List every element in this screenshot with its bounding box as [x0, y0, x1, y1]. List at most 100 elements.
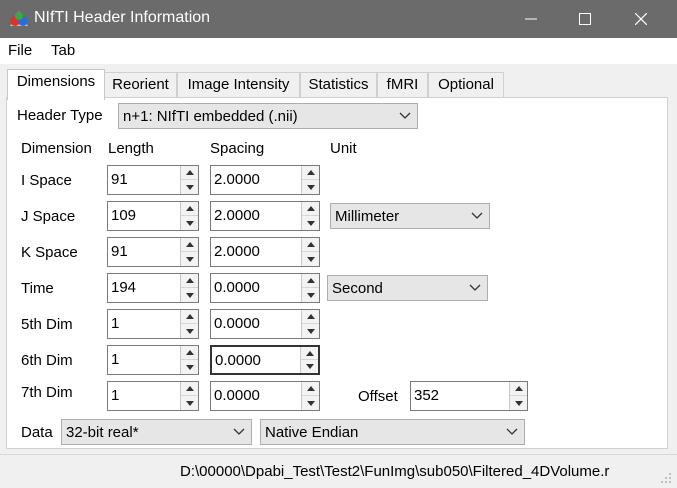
spinner-value: 0.0000 [215, 352, 261, 369]
spacing-6th-spinner[interactable]: 0.0000 [210, 345, 320, 375]
row-label-time: Time [21, 280, 54, 297]
column-spacing: Spacing [210, 140, 265, 157]
close-button[interactable] [614, 0, 668, 38]
menu-tab[interactable]: Tab [51, 42, 75, 59]
offset-spinner[interactable]: 352 [410, 381, 528, 411]
length-i-spinner[interactable]: 91 [107, 165, 199, 195]
column-length: Length [108, 140, 154, 157]
column-unit: Unit [330, 140, 357, 157]
tab-reorient[interactable]: Reorient [104, 72, 177, 98]
header-type-select[interactable]: n+1: NIfTI embedded (.nii) [118, 103, 418, 129]
spinner-value: 2.0000 [214, 207, 260, 224]
minimize-button[interactable] [504, 0, 558, 38]
maximize-icon [579, 13, 591, 25]
arrow-up-icon[interactable] [302, 238, 319, 252]
arrow-down-icon[interactable] [181, 396, 198, 410]
row-label-7th-dim: 7th Dim [21, 384, 73, 401]
tab-optional[interactable]: Optional [428, 72, 504, 98]
arrow-down-icon[interactable] [302, 396, 319, 410]
arrow-up-icon[interactable] [302, 202, 319, 216]
spacing-7th-spinner[interactable]: 0.0000 [210, 381, 320, 411]
tab-statistics[interactable]: Statistics [300, 72, 377, 98]
spacing-5th-spinner[interactable]: 0.0000 [210, 309, 320, 339]
tab-strip: Dimensions Reorient Image Intensity Stat… [0, 64, 677, 100]
arrow-up-icon[interactable] [181, 166, 198, 180]
spinner-value: 1 [111, 387, 120, 404]
arrow-down-icon[interactable] [181, 180, 198, 194]
arrow-down-icon[interactable] [302, 216, 319, 230]
data-type-select[interactable]: 32-bit real* [61, 419, 252, 445]
spinner-value: 1 [111, 351, 120, 368]
arrow-up-icon[interactable] [302, 274, 319, 288]
arrow-up-icon[interactable] [181, 238, 198, 252]
row-label-i-space: I Space [21, 172, 72, 189]
arrow-down-icon[interactable] [181, 288, 198, 302]
data-type-value: 32-bit real* [66, 424, 139, 441]
row-label-k-space: K Space [21, 244, 78, 261]
spatial-unit-select[interactable]: Millimeter [330, 203, 490, 229]
arrow-up-icon[interactable] [302, 166, 319, 180]
tab-image-intensity[interactable]: Image Intensity [177, 72, 300, 98]
spinner-value: 0.0000 [214, 279, 260, 296]
arrow-up-icon[interactable] [181, 310, 198, 324]
arrow-down-icon[interactable] [510, 396, 527, 410]
length-k-spinner[interactable]: 91 [107, 237, 199, 267]
spinner-value: 352 [414, 387, 440, 404]
close-icon [635, 13, 647, 25]
endian-select[interactable]: Native Endian [260, 419, 525, 445]
length-7th-spinner[interactable]: 1 [107, 381, 199, 411]
spacing-i-spinner[interactable]: 2.0000 [210, 165, 320, 195]
spacing-k-spinner[interactable]: 2.0000 [210, 237, 320, 267]
arrow-down-icon[interactable] [181, 324, 198, 338]
tab-dimensions[interactable]: Dimensions [7, 69, 105, 100]
spacing-time-spinner[interactable]: 0.0000 [210, 273, 320, 303]
status-bar: D:\00000\Dpabi_Test\Test2\FunImg\sub050\… [0, 454, 677, 488]
spacing-j-spinner[interactable]: 2.0000 [210, 201, 320, 231]
chevron-down-icon [471, 212, 483, 219]
spinner-value: 2.0000 [214, 171, 260, 188]
chevron-down-icon [469, 284, 481, 291]
menu-file[interactable]: File [8, 42, 32, 59]
chevron-down-icon [399, 112, 411, 119]
arrow-down-icon[interactable] [301, 360, 318, 373]
arrow-up-icon[interactable] [302, 310, 319, 324]
arrow-down-icon[interactable] [181, 216, 198, 230]
length-j-spinner[interactable]: 109 [107, 201, 199, 231]
length-6th-spinner[interactable]: 1 [107, 345, 199, 375]
arrow-down-icon[interactable] [181, 360, 198, 374]
spinner-value: 91 [111, 243, 128, 260]
spinner-value: 194 [111, 279, 137, 296]
menu-bar: File Tab [0, 38, 677, 64]
minimize-icon [525, 18, 537, 20]
arrow-up-icon[interactable] [181, 346, 198, 360]
spatial-unit-value: Millimeter [335, 208, 400, 225]
arrow-down-icon[interactable] [302, 252, 319, 266]
arrow-up-icon[interactable] [301, 347, 318, 360]
endian-value: Native Endian [265, 424, 359, 441]
chevron-down-icon [506, 428, 518, 435]
tab-fmri[interactable]: fMRI [377, 72, 428, 98]
length-time-spinner[interactable]: 194 [107, 273, 199, 303]
spinner-value: 2.0000 [214, 243, 260, 260]
maximize-button[interactable] [558, 0, 612, 38]
length-5th-spinner[interactable]: 1 [107, 309, 199, 339]
arrow-down-icon[interactable] [181, 252, 198, 266]
spinner-value: 109 [111, 207, 137, 224]
title-bar: NIfTI Header Information [0, 0, 677, 38]
resize-grip-icon[interactable] [655, 471, 673, 485]
arrow-down-icon[interactable] [302, 288, 319, 302]
row-label-6th-dim: 6th Dim [21, 352, 73, 369]
header-type-value: n+1: NIfTI embedded (.nii) [123, 108, 298, 125]
header-type-label: Header Type [17, 107, 103, 124]
arrow-up-icon[interactable] [510, 382, 527, 396]
time-unit-select[interactable]: Second [327, 275, 488, 301]
column-dimension: Dimension [21, 140, 92, 157]
row-label-j-space: J Space [21, 208, 76, 225]
app-icon [10, 11, 28, 26]
arrow-up-icon[interactable] [181, 382, 198, 396]
arrow-down-icon[interactable] [302, 180, 319, 194]
arrow-up-icon[interactable] [181, 274, 198, 288]
arrow-up-icon[interactable] [181, 202, 198, 216]
arrow-up-icon[interactable] [302, 382, 319, 396]
arrow-down-icon[interactable] [302, 324, 319, 338]
